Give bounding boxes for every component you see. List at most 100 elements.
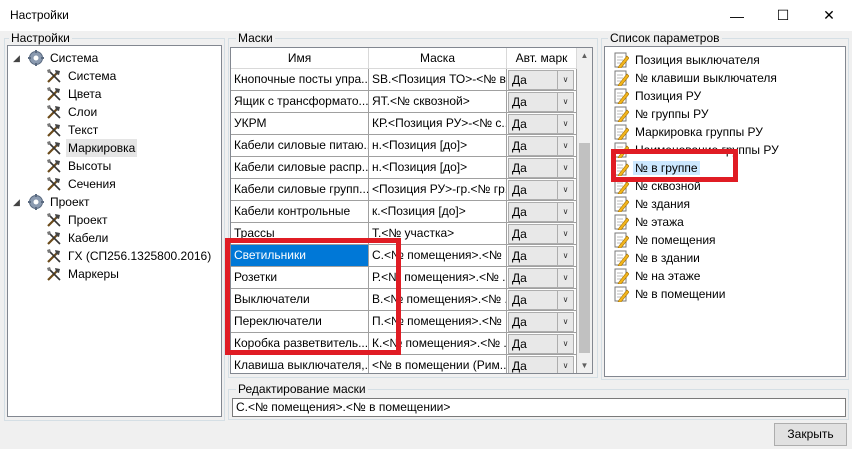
chevron-down-icon[interactable]: ∨	[557, 181, 573, 199]
tools-icon	[46, 122, 62, 138]
auto-mark-dropdown[interactable]: Да ∨	[508, 224, 574, 244]
chevron-down-icon[interactable]: ∨	[557, 291, 573, 309]
tree-item[interactable]: Маркеры	[46, 265, 121, 283]
auto-mark-dropdown[interactable]: Да ∨	[508, 70, 574, 90]
scroll-thumb[interactable]	[579, 143, 590, 353]
auto-mark-dropdown[interactable]: Да ∨	[508, 158, 574, 178]
auto-mark-dropdown[interactable]: Да ∨	[508, 246, 574, 266]
minimize-button[interactable]: —	[714, 0, 760, 31]
tree-item[interactable]: ◢ Система	[13, 49, 100, 67]
auto-mark-dropdown[interactable]: Да ∨	[508, 202, 574, 222]
table-row[interactable]: Кнопочные посты упра... SB.<Позиция ТО>-<…	[231, 69, 577, 91]
mask-value-cell[interactable]: к.<Позиция [до]>	[369, 201, 507, 223]
tree-item[interactable]: Проект	[46, 211, 110, 229]
param-item[interactable]: № этажа	[613, 213, 686, 231]
param-item[interactable]: № помещения	[613, 231, 718, 249]
param-item[interactable]: № клавиши выключателя	[613, 69, 779, 87]
chevron-down-icon[interactable]: ∨	[557, 115, 573, 133]
chevron-down-icon[interactable]: ∨	[557, 269, 573, 287]
expand-arrow-icon[interactable]: ◢	[13, 49, 20, 67]
tree-item[interactable]: ГХ (СП256.1325800.2016)	[46, 247, 213, 265]
param-item[interactable]: № здания	[613, 195, 692, 213]
edit-mask-input[interactable]: С.<№ помещения>.<№ в помещении>	[232, 398, 846, 417]
param-item[interactable]: № в помещении	[613, 285, 727, 303]
chevron-down-icon[interactable]: ∨	[557, 313, 573, 331]
mask-name-cell[interactable]: УКРМ	[231, 113, 369, 135]
auto-mark-value: Да	[512, 249, 527, 263]
scroll-down-icon[interactable]: ▼	[577, 358, 592, 373]
settings-tree[interactable]: ◢ Система Система Цвета Слои Текст Маркировка В…	[7, 45, 222, 417]
maximize-button[interactable]: ☐	[760, 0, 806, 31]
table-row[interactable]: Клавиша выключателя,... <№ в помещении (Р…	[231, 355, 577, 373]
auto-mark-cell: Да ∨	[507, 91, 577, 113]
scroll-up-icon[interactable]: ▲	[577, 48, 592, 63]
auto-mark-cell: Да ∨	[507, 157, 577, 179]
table-row[interactable]: Кабели силовые питаю... н.<Позиция [до]> Д…	[231, 135, 577, 157]
column-header[interactable]: Маска	[369, 48, 507, 69]
masks-scrollbar[interactable]: ▲ ▼	[577, 48, 592, 373]
tree-item[interactable]: Система	[46, 67, 118, 85]
param-item[interactable]: Позиция РУ	[613, 87, 703, 105]
tree-item[interactable]: Кабели	[46, 229, 110, 247]
table-row[interactable]: Кабели силовые распр... н.<Позиция [до]> Д…	[231, 157, 577, 179]
table-row[interactable]: Ящик с трансформато... ЯТ.<№ сквозной> Да ∨	[231, 91, 577, 113]
mask-name-cell[interactable]: Ящик с трансформато...	[231, 91, 369, 113]
chevron-down-icon[interactable]: ∨	[557, 159, 573, 177]
mask-value-cell[interactable]: н.<Позиция [до]>	[369, 135, 507, 157]
tree-item[interactable]: Текст	[46, 121, 100, 139]
auto-mark-dropdown[interactable]: Да ∨	[508, 290, 574, 310]
mask-value-cell[interactable]: SB.<Позиция ТО>-<№ в...	[369, 69, 507, 91]
mask-value-cell[interactable]: <№ в помещении (Рим...	[369, 355, 507, 373]
tree-item[interactable]: Сечения	[46, 175, 118, 193]
table-row[interactable]: Кабели силовые групп... <Позиция РУ>-гр.<…	[231, 179, 577, 201]
auto-mark-dropdown[interactable]: Да ∨	[508, 334, 574, 354]
tree-item[interactable]: Маркировка	[46, 139, 138, 157]
params-list[interactable]: Позиция выключателя № клавиши выключателя…	[604, 46, 846, 377]
auto-mark-dropdown[interactable]: Да ∨	[508, 312, 574, 332]
column-header[interactable]: Авт. марк	[507, 48, 577, 69]
auto-mark-dropdown[interactable]: Да ∨	[508, 268, 574, 288]
mask-value-cell[interactable]: н.<Позиция [до]>	[369, 157, 507, 179]
tree-item[interactable]: Высоты	[46, 157, 113, 175]
auto-mark-dropdown[interactable]: Да ∨	[508, 92, 574, 112]
tree-item[interactable]: ◢ Проект	[13, 193, 92, 211]
chevron-down-icon[interactable]: ∨	[557, 203, 573, 221]
chevron-down-icon[interactable]: ∨	[557, 357, 573, 373]
chevron-down-icon[interactable]: ∨	[557, 137, 573, 155]
mask-name-cell[interactable]: Кнопочные посты упра...	[231, 69, 369, 91]
mask-name-cell[interactable]: Кабели силовые групп...	[231, 179, 369, 201]
mask-value-cell[interactable]: ЯТ.<№ сквозной>	[369, 91, 507, 113]
auto-mark-dropdown[interactable]: Да ∨	[508, 114, 574, 134]
auto-mark-dropdown[interactable]: Да ∨	[508, 356, 574, 373]
param-item[interactable]: № группы РУ	[613, 105, 710, 123]
param-item-label: Позиция выключателя	[635, 53, 760, 67]
chevron-down-icon[interactable]: ∨	[557, 247, 573, 265]
column-header[interactable]: Имя	[231, 48, 369, 69]
auto-mark-value: Да	[512, 139, 527, 153]
mask-value-cell[interactable]: <Позиция РУ>-гр.<№ гр...	[369, 179, 507, 201]
chevron-down-icon[interactable]: ∨	[557, 71, 573, 89]
mask-name-cell[interactable]: Кабели силовые питаю...	[231, 135, 369, 157]
mask-name-cell[interactable]: Кабели силовые распр...	[231, 157, 369, 179]
param-item[interactable]: № в здании	[613, 249, 702, 267]
close-window-button[interactable]: ✕	[806, 0, 852, 31]
chevron-down-icon[interactable]: ∨	[557, 225, 573, 243]
chevron-down-icon[interactable]: ∨	[557, 93, 573, 111]
close-button[interactable]: Закрыть	[774, 423, 847, 446]
tree-item[interactable]: Цвета	[46, 85, 103, 103]
table-row[interactable]: Кабели контрольные к.<Позиция [до]> Да ∨	[231, 201, 577, 223]
param-item[interactable]: Маркировка группы РУ	[613, 123, 765, 141]
mask-value-cell[interactable]: КР.<Позиция РУ>-<№ с...	[369, 113, 507, 135]
mask-name-cell[interactable]: Кабели контрольные	[231, 201, 369, 223]
param-item[interactable]: Позиция выключателя	[613, 51, 762, 69]
tree-item[interactable]: Слои	[46, 103, 99, 121]
auto-mark-dropdown[interactable]: Да ∨	[508, 136, 574, 156]
gear-icon	[28, 194, 44, 210]
auto-mark-dropdown[interactable]: Да ∨	[508, 180, 574, 200]
chevron-down-icon[interactable]: ∨	[557, 335, 573, 353]
mask-name-cell[interactable]: Клавиша выключателя,...	[231, 355, 369, 373]
expand-arrow-icon[interactable]: ◢	[13, 193, 20, 211]
param-item[interactable]: № на этаже	[613, 267, 702, 285]
edit-pencil-icon	[613, 52, 630, 69]
table-row[interactable]: УКРМ КР.<Позиция РУ>-<№ с... Да ∨	[231, 113, 577, 135]
